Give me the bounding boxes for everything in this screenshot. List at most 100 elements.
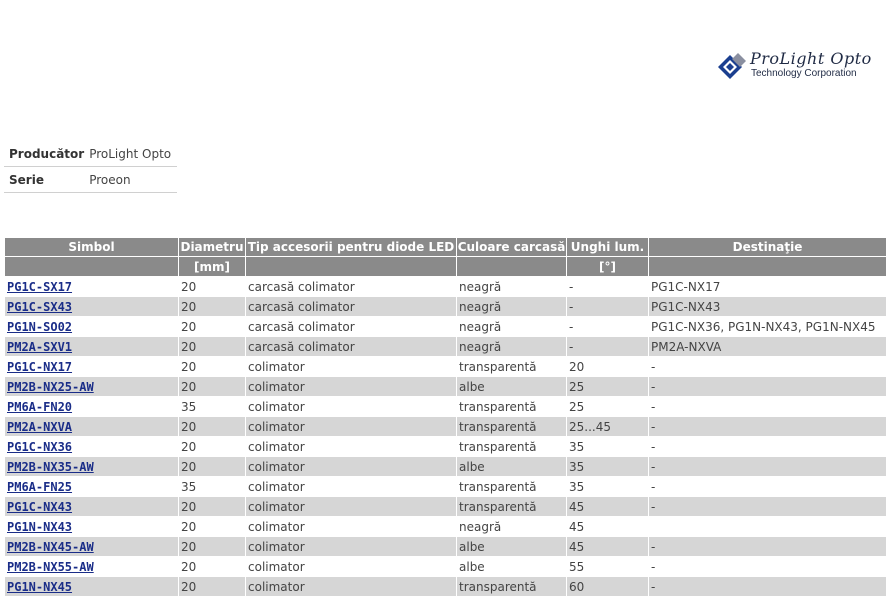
cell-diameter: 35 — [179, 396, 245, 416]
product-link[interactable]: PM2B-NX35-AW — [7, 460, 94, 474]
cell-symbol: PG1N-NX43 — [5, 516, 178, 536]
cell-angle: - — [567, 336, 648, 356]
cell-color: neagră — [457, 276, 566, 296]
cell-destination: - — [649, 436, 886, 456]
cell-type: colimator — [246, 376, 456, 396]
table-units-row: [mm] [°] — [5, 256, 886, 276]
table-row: PM2B-NX55-AW 20 colimator albe 55- — [5, 556, 886, 576]
table-row: PG1C-SX43 20 carcasă colimator neagră - PG1C-… — [5, 296, 886, 316]
meta-key: Producător — [4, 141, 85, 167]
cell-color: neagră — [457, 296, 566, 316]
unit-angle: [°] — [567, 256, 648, 276]
cell-diameter: 20 — [179, 536, 245, 556]
cell-destination: PG1C-NX43 — [649, 296, 886, 316]
cell-angle: - — [567, 316, 648, 336]
cell-color: transparentă — [457, 496, 566, 516]
cell-diameter: 20 — [179, 376, 245, 396]
cell-symbol: PM2B-NX25-AW — [5, 376, 178, 396]
cell-diameter: 20 — [179, 576, 245, 596]
column-header-angle: Unghi lum. — [567, 238, 648, 256]
cell-angle: 60 — [567, 576, 648, 596]
cell-diameter: 20 — [179, 456, 245, 476]
product-link[interactable]: PM6A-FN25 — [7, 480, 72, 494]
table-row: PM2A-SXV1 20 carcasă colimator neagră - PM2A-… — [5, 336, 886, 356]
cell-symbol: PG1N-NX45 — [5, 576, 178, 596]
table-row: PG1C-NX17 20 colimator transparentă 20- — [5, 356, 886, 376]
cell-angle: 35 — [567, 476, 648, 496]
meta-value: ProLight Opto — [84, 141, 178, 167]
cell-diameter: 20 — [179, 296, 245, 316]
cell-color: albe — [457, 556, 566, 576]
product-link[interactable]: PG1C-NX43 — [7, 500, 72, 514]
cell-symbol: PG1C-NX17 — [5, 356, 178, 376]
meta-row: Producător ProLight Opto — [4, 141, 178, 167]
cell-type: colimator — [246, 576, 456, 596]
cell-destination: PM2A-NXVA — [649, 336, 886, 356]
cell-angle: - — [567, 276, 648, 296]
unit-destination — [649, 256, 886, 276]
cell-destination: - — [649, 416, 886, 436]
cell-diameter: 20 — [179, 416, 245, 436]
cell-diameter: 20 — [179, 356, 245, 376]
cell-destination: - — [649, 556, 886, 576]
cell-diameter: 20 — [179, 316, 245, 336]
cell-angle: 35 — [567, 456, 648, 476]
product-link[interactable]: PM2A-NXVA — [7, 420, 72, 434]
product-link[interactable]: PM2B-NX55-AW — [7, 560, 94, 574]
cell-diameter: 20 — [179, 276, 245, 296]
cell-angle: 35 — [567, 436, 648, 456]
product-link[interactable]: PM2A-SXV1 — [7, 340, 72, 354]
cell-angle: 20 — [567, 356, 648, 376]
product-meta-table: Producător ProLight Opto Serie Proeon — [4, 141, 178, 193]
table-header-row: Simbol Diametru Tip accesorii pentru dio… — [5, 238, 886, 256]
cell-color: transparentă — [457, 476, 566, 496]
product-link[interactable]: PG1N-NX43 — [7, 520, 72, 534]
cell-destination: - — [649, 496, 886, 516]
cell-color: transparentă — [457, 436, 566, 456]
cell-color: albe — [457, 456, 566, 476]
cell-type: colimator — [246, 536, 456, 556]
table-row: PM2B-NX25-AW 20 colimator albe 25- — [5, 376, 886, 396]
table-row: PG1C-NX43 20 colimator transparentă 45- — [5, 496, 886, 516]
product-link[interactable]: PM2B-NX45-AW — [7, 540, 94, 554]
prolight-logo: ProLight Opto Technology Corporation — [716, 49, 871, 84]
product-link[interactable]: PG1C-SX43 — [7, 300, 72, 314]
column-header-diameter: Diametru — [179, 238, 245, 256]
product-link[interactable]: PM2B-NX25-AW — [7, 380, 94, 394]
cell-symbol: PG1C-NX43 — [5, 496, 178, 516]
product-link[interactable]: PG1N-NX45 — [7, 580, 72, 594]
column-header-destination: Destinaţie — [649, 238, 886, 256]
unit-symbol — [5, 256, 178, 276]
cell-angle: 55 — [567, 556, 648, 576]
cell-symbol: PM2B-NX45-AW — [5, 536, 178, 556]
cell-symbol: PG1C-SX17 — [5, 276, 178, 296]
product-link[interactable]: PG1N-SO02 — [7, 320, 72, 334]
cell-destination: - — [649, 456, 886, 476]
cell-angle: 25 — [567, 376, 648, 396]
cell-destination: - — [649, 376, 886, 396]
cell-type: colimator — [246, 496, 456, 516]
logo-subtitle: Technology Corporation — [751, 68, 857, 79]
prolight-logo-mark-icon — [718, 53, 746, 79]
table-row: PM2B-NX45-AW 20 colimator albe 45- — [5, 536, 886, 556]
cell-angle: 45 — [567, 536, 648, 556]
cell-color: transparentă — [457, 396, 566, 416]
unit-diameter: [mm] — [179, 256, 245, 276]
cell-diameter: 20 — [179, 516, 245, 536]
product-link[interactable]: PM6A-FN20 — [7, 400, 72, 414]
cell-diameter: 20 — [179, 436, 245, 456]
product-link[interactable]: PG1C-SX17 — [7, 280, 72, 294]
meta-value: Proeon — [84, 166, 178, 193]
cell-diameter: 20 — [179, 336, 245, 356]
product-link[interactable]: PG1C-NX36 — [7, 440, 72, 454]
cell-symbol: PM6A-FN20 — [5, 396, 178, 416]
cell-color: transparentă — [457, 356, 566, 376]
product-link[interactable]: PG1C-NX17 — [7, 360, 72, 374]
table-row: PG1C-SX17 20 carcasă colimator neagră - PG1C-… — [5, 276, 886, 296]
cell-type: colimator — [246, 556, 456, 576]
cell-destination: PG1C-NX17 — [649, 276, 886, 296]
unit-color — [457, 256, 566, 276]
cell-angle: 45 — [567, 496, 648, 516]
cell-destination — [649, 516, 886, 536]
cell-symbol: PM2B-NX55-AW — [5, 556, 178, 576]
